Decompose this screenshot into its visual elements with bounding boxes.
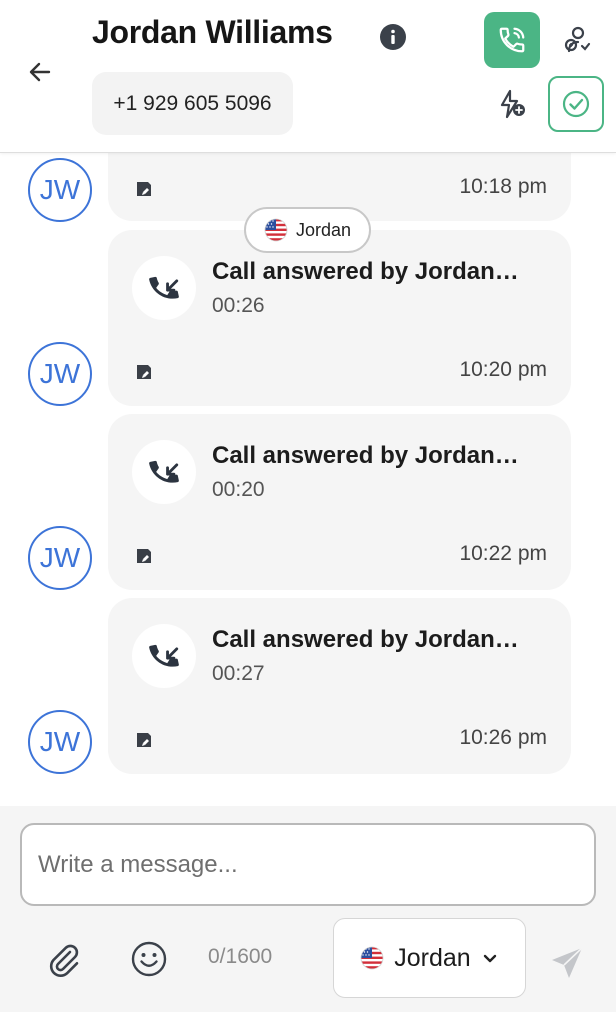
call-title: Call answered by Jordan…	[212, 442, 519, 469]
call-duration: 00:27	[212, 662, 265, 685]
add-note-button[interactable]	[134, 362, 154, 382]
call-message: Call answered by Jordan… 00:20 10:22 pm	[108, 414, 571, 590]
note-icon	[134, 362, 154, 382]
chevron-down-icon	[483, 954, 496, 963]
send-button[interactable]	[546, 942, 588, 984]
us-flag-icon	[264, 218, 288, 242]
incoming-call-icon	[147, 455, 181, 489]
call-title: Call answered by Jordan…	[212, 258, 519, 285]
back-button[interactable]	[22, 54, 58, 90]
add-note-button[interactable]	[134, 546, 154, 566]
message-time: 10:18 pm	[459, 175, 547, 198]
phone-number[interactable]: +1 929 605 5096	[92, 72, 293, 135]
shortcuts-button[interactable]	[494, 86, 530, 122]
attach-file-button[interactable]	[42, 938, 84, 980]
lightning-add-icon	[500, 89, 525, 119]
send-icon	[552, 947, 583, 978]
message-thread[interactable]: 10:18 pm JW Jordan Call answered by Jord…	[0, 153, 616, 806]
note-icon	[134, 179, 154, 199]
phone-call-icon	[499, 27, 525, 53]
call-duration: 00:20	[212, 478, 265, 501]
character-counter: 0/1600	[208, 945, 273, 968]
call-title: Call answered by Jordan…	[212, 626, 519, 653]
avatar: JW	[28, 526, 92, 590]
agent-chip-label: Jordan	[295, 219, 352, 240]
conversation-header: Jordan Williams +1 929 605 5096	[0, 0, 616, 153]
call-icon-circle	[132, 440, 196, 504]
message-composer: 0/1600 Jordan	[0, 806, 616, 1012]
contact-info-button[interactable]	[379, 23, 407, 51]
contact-name: Jordan Williams	[92, 14, 333, 50]
call-button[interactable]	[484, 12, 540, 68]
add-note-button[interactable]	[134, 730, 154, 750]
call-icon-circle	[132, 624, 196, 688]
incoming-call-icon	[147, 271, 181, 305]
sender-select[interactable]: Jordan	[333, 918, 526, 998]
call-duration: 00:26	[212, 294, 265, 317]
smiley-icon	[131, 941, 167, 977]
arrow-left-icon	[29, 62, 51, 82]
sender-label: Jordan	[394, 943, 471, 972]
note-icon	[134, 730, 154, 750]
us-flag-icon	[360, 946, 384, 970]
incoming-call-icon	[147, 639, 181, 673]
message-input[interactable]	[20, 823, 596, 906]
message-time: 10:20 pm	[459, 358, 547, 381]
emoji-button[interactable]	[128, 938, 170, 980]
assign-contact-button[interactable]	[558, 22, 594, 58]
note-icon	[134, 546, 154, 566]
agent-chip: Jordan	[244, 207, 371, 253]
add-note-button[interactable]	[134, 179, 154, 199]
info-icon	[380, 24, 406, 50]
avatar: JW	[28, 342, 92, 406]
call-message: Call answered by Jordan… 00:26 10:20 pm	[108, 230, 571, 406]
paperclip-icon	[49, 944, 79, 978]
avatar: JW	[28, 710, 92, 774]
avatar: JW	[28, 158, 92, 222]
assign-user-icon	[564, 26, 591, 53]
message-time: 10:26 pm	[459, 726, 547, 749]
resolve-conversation-button[interactable]	[548, 76, 604, 132]
check-circle-icon	[562, 90, 590, 118]
call-icon-circle	[132, 256, 196, 320]
call-message: Call answered by Jordan… 00:27 10:26 pm	[108, 598, 571, 774]
message-time: 10:22 pm	[459, 542, 547, 565]
